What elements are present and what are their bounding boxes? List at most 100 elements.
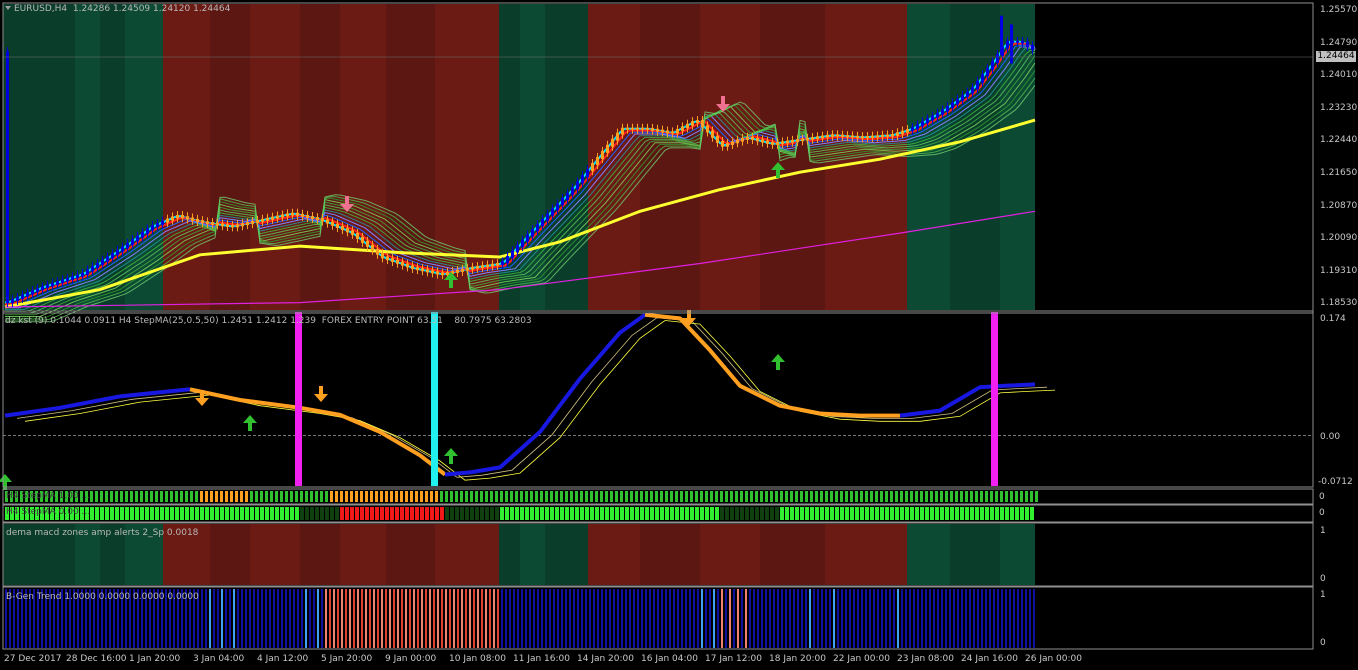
strip1-bar — [735, 491, 738, 502]
strip1-bar — [215, 491, 218, 502]
strip1-bar — [130, 491, 133, 502]
strip1-bar — [430, 491, 433, 502]
bgen-bar — [929, 589, 931, 648]
strip1-bar — [510, 491, 513, 502]
candle-body — [296, 212, 299, 216]
candle-body — [251, 220, 254, 225]
strip1-bar — [565, 491, 568, 502]
strip1-bar — [205, 491, 208, 502]
strip1-bar — [980, 491, 983, 502]
candle-body — [146, 228, 149, 235]
bgen-bar — [529, 589, 531, 648]
bgen-bar — [677, 589, 679, 648]
strip2-bar — [995, 507, 999, 520]
strip1-bar — [190, 491, 193, 502]
bgen-bar — [817, 589, 819, 648]
strip1-bar — [740, 491, 743, 502]
dropdown-triangle-icon[interactable] — [5, 6, 11, 10]
main-zone — [300, 4, 340, 310]
price-axis-label: 1.25570 — [1320, 5, 1358, 15]
candle-body — [421, 268, 424, 272]
strip2-bar — [815, 507, 819, 520]
candle-body — [381, 252, 384, 259]
candle-body — [306, 214, 309, 218]
bgen-bar — [605, 589, 607, 648]
bgen-bar — [341, 589, 343, 648]
candle-body — [96, 262, 99, 269]
strip1-bar — [340, 491, 343, 502]
strip1-bar — [945, 491, 948, 502]
macd-zone — [520, 524, 545, 585]
candle-body — [821, 135, 824, 139]
candle-body — [861, 136, 864, 139]
candle-body — [941, 109, 944, 115]
strip1-bar — [920, 491, 923, 502]
bgen-bar — [489, 589, 491, 648]
strip1-bar — [200, 491, 203, 502]
strip2-bar — [600, 507, 604, 520]
bgen-bar — [321, 589, 323, 648]
candle-body — [186, 216, 189, 220]
kst-panel-header: dz kst (9) 0.1044 0.0911 H4 StepMA(25,0.… — [5, 316, 532, 326]
bgen-bar — [957, 589, 959, 648]
strip1-bar — [865, 491, 868, 502]
bgen-bar — [629, 589, 631, 648]
candle-body — [181, 214, 184, 219]
strip2-bar — [500, 507, 504, 520]
candle-body — [326, 219, 329, 224]
time-axis-label: 17 Jan 12:00 — [705, 654, 762, 664]
strip2-bar — [515, 507, 519, 520]
candle-body — [866, 136, 869, 139]
candle-body — [211, 222, 214, 225]
candle-body — [261, 218, 264, 222]
strip2-bar — [95, 507, 99, 520]
strip1-bar — [705, 491, 708, 502]
strip2-bar — [945, 507, 949, 520]
strip2-bar — [560, 507, 564, 520]
strip1-bar — [1010, 491, 1013, 502]
strip2-bar — [90, 507, 94, 520]
strip1-bar — [530, 491, 533, 502]
strip2-bar — [965, 507, 969, 520]
candle-body — [831, 134, 834, 137]
candle-body — [76, 274, 79, 279]
strip2-bar — [990, 507, 994, 520]
candle-body — [356, 232, 359, 239]
bgen-bar — [269, 589, 271, 648]
strip2-bar — [850, 507, 854, 520]
current-price-box: 1.24464 — [1316, 51, 1356, 62]
candle-body — [891, 133, 894, 137]
strip2-bar — [480, 507, 484, 520]
bgen-bar — [661, 589, 663, 648]
strip1-bar — [105, 491, 108, 502]
strip1-bar — [245, 491, 248, 502]
chart-canvas[interactable] — [0, 0, 1358, 670]
bgen-bar — [837, 589, 839, 648]
bgen-bar — [741, 589, 743, 648]
bgen-bar — [601, 589, 603, 648]
candle-body — [406, 263, 409, 268]
strip1-bar — [680, 491, 683, 502]
strip2-bar — [630, 507, 634, 520]
strip1-bar — [255, 491, 258, 502]
strip2-bar — [675, 507, 679, 520]
candle-body — [946, 106, 949, 112]
macd-zone — [386, 524, 435, 585]
candle-body — [801, 138, 804, 142]
strip2-bar — [330, 507, 334, 520]
bgen-bar — [505, 589, 507, 648]
candle-body — [466, 267, 469, 271]
strip2-bar — [750, 507, 754, 520]
strip1-bar — [930, 491, 933, 502]
strip1-bar — [1025, 491, 1028, 502]
strip1-bar — [295, 491, 298, 502]
bgen-bar — [869, 589, 871, 648]
strip1-bar — [425, 491, 428, 502]
bgen-bar — [813, 589, 815, 648]
strip1-bar — [715, 491, 718, 502]
strip1-bar — [505, 491, 508, 502]
strip1-bar — [360, 491, 363, 502]
bgen-bar — [809, 589, 811, 648]
candle-body — [916, 124, 919, 130]
strip2-bar — [950, 507, 954, 520]
